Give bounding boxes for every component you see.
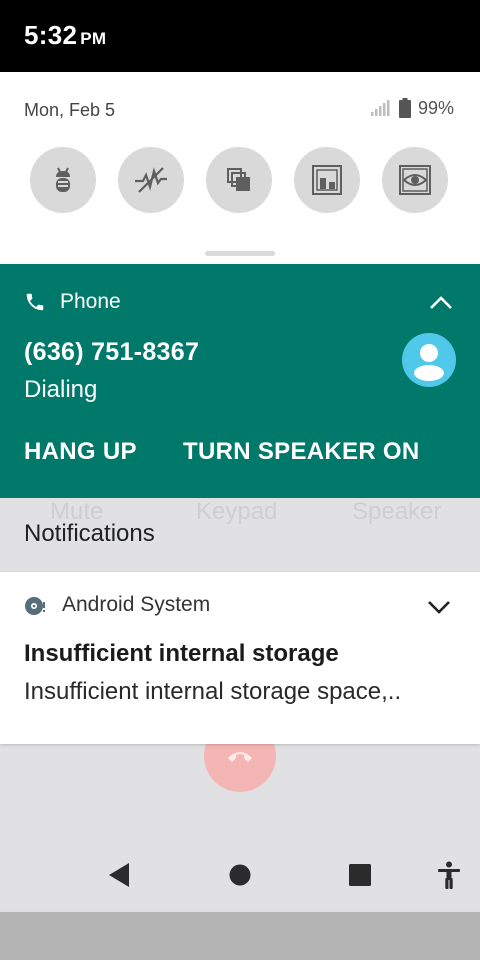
layout-bounds-tile[interactable]: [294, 147, 360, 213]
battery-percent: 99%: [417, 97, 454, 118]
notifications-header: Notifications: [24, 520, 155, 547]
quick-settings-date: Mon, Feb 5: [24, 100, 116, 120]
navigation-bar: [0, 850, 480, 900]
home-button[interactable]: [215, 850, 265, 900]
quick-settings-status: 99%: [370, 97, 454, 119]
clock-ampm: PM: [80, 29, 107, 48]
call-state: Dialing: [24, 376, 98, 403]
chevron-up-icon[interactable]: [428, 290, 454, 316]
notification-text: Insufficient internal storage space,..: [24, 678, 402, 705]
quick-settings-tiles: [30, 147, 450, 213]
notification-app-row: Android System: [24, 592, 210, 618]
accessibility-icon: [438, 861, 460, 889]
clock-time: 5:32: [24, 20, 78, 50]
speaker-label: Speaker: [352, 498, 442, 525]
notification-title: Insufficient internal storage: [24, 640, 339, 667]
person-icon: [414, 344, 444, 381]
contact-avatar: [402, 333, 456, 387]
quick-settings-panel: Mon, Feb 5 99%: [0, 72, 480, 264]
call-number: (636) 751-8367: [24, 338, 200, 366]
call-notification[interactable]: Phone (636) 751-8367 Dialing HANG UP TUR…: [0, 264, 480, 498]
cell-signal-icon: [370, 100, 390, 116]
call-notification-header: Phone: [24, 288, 121, 316]
accessibility-button[interactable]: [424, 850, 474, 900]
back-button[interactable]: [94, 850, 144, 900]
bottom-strip: [0, 912, 480, 960]
call-app-name: Phone: [60, 290, 121, 313]
status-bar: 5:32 PM: [0, 0, 480, 72]
layout-bounds-icon: [312, 165, 342, 195]
back-icon: [109, 863, 129, 887]
shade-drag-handle[interactable]: [205, 251, 275, 256]
notification-app-name: Android System: [62, 593, 211, 616]
bug-icon: [56, 167, 70, 192]
screen-eye-tile[interactable]: [382, 147, 448, 213]
android-debug-tile[interactable]: [30, 147, 96, 213]
hang-up-button[interactable]: HANG UP: [24, 438, 137, 466]
copy-icon: [227, 168, 250, 191]
phone-icon: [26, 293, 44, 311]
screen: 5:32 PM Mon, Feb 5 99% Phone (636) 751-8…: [0, 0, 480, 960]
cellular-signal-tile[interactable]: [118, 147, 184, 213]
eye-icon: [399, 165, 431, 195]
status-clock: 5:32 PM: [24, 20, 106, 51]
speaker-button[interactable]: TURN SPEAKER ON: [183, 438, 420, 466]
battery-icon: [398, 98, 411, 118]
end-call-icon: [228, 752, 252, 762]
recents-button[interactable]: [335, 850, 385, 900]
chevron-down-icon[interactable]: [426, 594, 452, 620]
keypad-label: Keypad: [196, 498, 278, 525]
no-signal-icon: [135, 167, 167, 193]
storage-notification[interactable]: Android System Insufficient internal sto…: [0, 572, 480, 744]
recents-icon: [349, 864, 371, 886]
home-icon: [229, 864, 251, 886]
copy-tile[interactable]: [206, 147, 272, 213]
storage-warning-icon: [25, 597, 45, 615]
